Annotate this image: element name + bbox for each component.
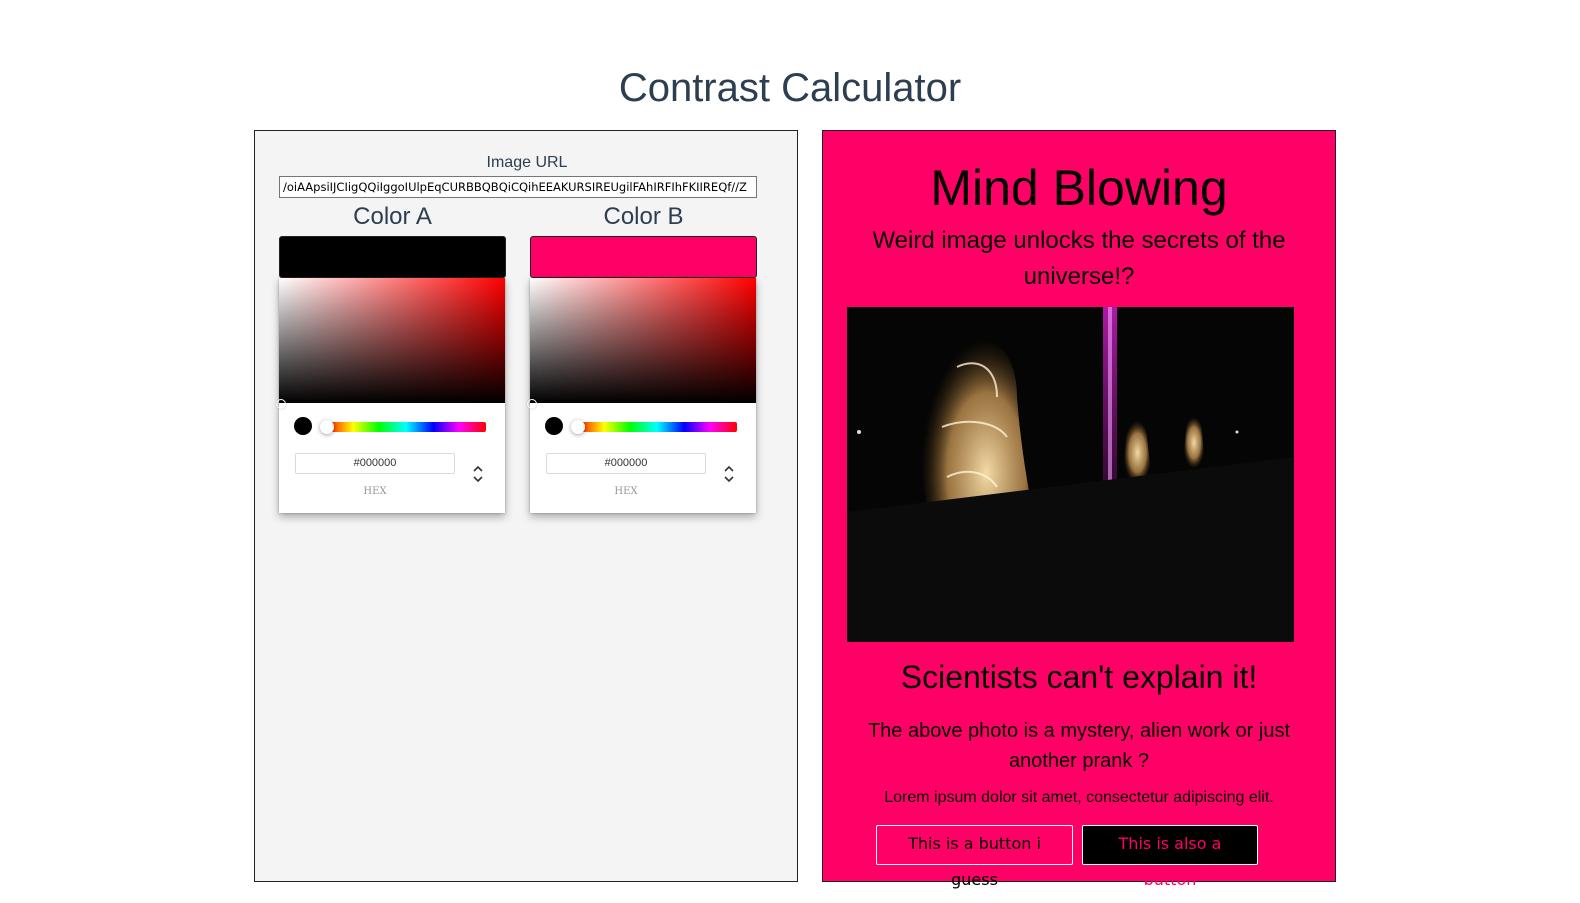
color-a-picker: #000000 HEX: [276, 278, 505, 513]
color-a-column: Color A #000000 HEX: [276, 202, 506, 513]
format-toggle-icon[interactable]: [723, 463, 735, 485]
preview-title: Mind Blowing: [930, 160, 1228, 216]
color-b-picker: #000000 HEX: [527, 278, 756, 513]
color-b-preview-dot: [545, 417, 563, 435]
color-a-hue-handle[interactable]: [320, 420, 334, 434]
preview-button-outline[interactable]: This is a button i guess: [876, 825, 1073, 889]
color-a-hex-label: HEX: [363, 486, 387, 497]
page-title: Contrast Calculator: [618, 66, 962, 110]
color-b-heading: Color B: [603, 203, 684, 230]
image-url-input[interactable]: /oiAApsiIJCIigQQiIggoIUlpEqCURBBQBQiCQih…: [279, 176, 757, 198]
color-a-preview-dot: [294, 417, 312, 435]
format-toggle-icon[interactable]: [472, 463, 484, 485]
color-a-saturation-handle[interactable]: [276, 399, 286, 409]
color-b-saturation-area[interactable]: [530, 278, 756, 403]
preview-button-filled[interactable]: This is also a button: [1082, 825, 1258, 889]
color-b-swatch[interactable]: [530, 236, 757, 278]
preview-heading: Scientists can't explain it!: [900, 659, 1258, 695]
color-b-hex-input[interactable]: #000000: [546, 453, 706, 474]
preview-lorem: Lorem ipsum dolor sit amet, consectetur …: [884, 789, 1274, 806]
color-a-swatch[interactable]: [279, 236, 506, 278]
preview-photo: [847, 307, 1294, 642]
preview-panel: Mind Blowing Weird image unlocks the sec…: [822, 130, 1336, 889]
preview-subtitle: Weird image unlocks the secrets of the u…: [872, 227, 1286, 290]
image-url-label: Image URL: [486, 154, 568, 171]
color-b-hue-slider[interactable]: [577, 422, 737, 432]
color-b-column: Color B #000000 HEX: [527, 202, 757, 513]
color-b-saturation-handle[interactable]: [527, 399, 537, 409]
preview-body: The above photo is a mystery, alien work…: [867, 720, 1291, 772]
color-b-hex-label: HEX: [614, 486, 638, 497]
color-a-heading: Color A: [353, 203, 432, 230]
color-a-hex-input[interactable]: #000000: [295, 453, 455, 474]
color-settings-panel: Image URL /oiAApsiIJCIigQQiIggoIUlpEqCUR…: [254, 130, 798, 882]
color-a-saturation-area[interactable]: [279, 278, 505, 403]
color-a-hue-slider[interactable]: [326, 422, 486, 432]
color-b-hue-handle[interactable]: [571, 420, 585, 434]
